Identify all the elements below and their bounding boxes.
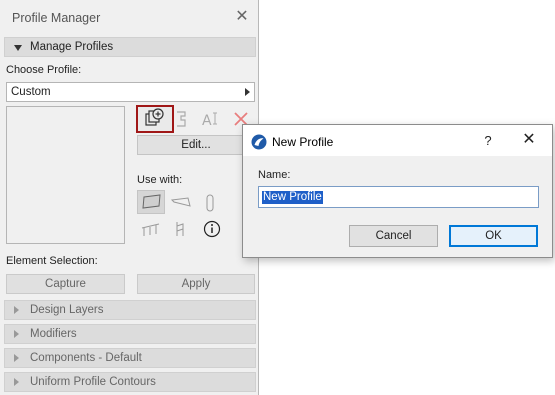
profile-manager-palette: Profile Manager ✕ Manage Profiles Choose… (0, 0, 259, 395)
components-header[interactable]: Components - Default (4, 348, 256, 368)
duplicate-icon (177, 111, 186, 127)
info-button[interactable] (200, 217, 224, 241)
rename-icon: A (202, 112, 217, 129)
new-profile-button[interactable] (136, 105, 174, 133)
info-icon (203, 220, 221, 238)
use-with-column-toggle[interactable] (198, 191, 222, 215)
profile-dropdown[interactable]: Custom (6, 82, 255, 102)
use-with-wall-toggle[interactable] (137, 190, 165, 214)
chevron-right-icon (14, 354, 19, 362)
modifiers-header[interactable]: Modifiers (4, 324, 256, 344)
name-input[interactable]: New Profile (258, 186, 539, 208)
section-label: Components - Default (30, 352, 142, 364)
name-label: Name: (258, 169, 291, 181)
close-icon[interactable]: ✕ (521, 132, 537, 148)
apply-button[interactable]: Apply (137, 274, 255, 294)
ok-button[interactable]: OK (449, 225, 538, 247)
dialog-titlebar: New Profile ? ✕ (243, 125, 552, 156)
chevron-right-icon (245, 88, 250, 96)
profile-dropdown-value: Custom (11, 86, 51, 98)
wall-icon (142, 194, 161, 209)
element-selection-label: Element Selection: (6, 255, 98, 267)
svg-text:A: A (202, 113, 212, 129)
section-label: Modifiers (30, 328, 77, 340)
chevron-right-icon (14, 330, 19, 338)
choose-profile-label: Choose Profile: (6, 64, 82, 76)
section-label: Uniform Profile Contours (30, 376, 156, 388)
capture-button[interactable]: Capture (6, 274, 125, 294)
new-profile-icon (145, 108, 164, 126)
chevron-right-icon (14, 306, 19, 314)
rename-profile-button[interactable]: A (198, 107, 222, 131)
app-icon (251, 134, 267, 150)
manage-profiles-header[interactable]: Manage Profiles (4, 37, 256, 57)
use-with-beam-toggle[interactable] (169, 191, 193, 215)
design-layers-header[interactable]: Design Layers (4, 300, 256, 320)
help-icon[interactable]: ? (481, 133, 495, 148)
use-with-label: Use with: (137, 174, 183, 186)
section-label: Design Layers (30, 304, 104, 316)
section-label: Manage Profiles (30, 41, 114, 53)
railing-icon (141, 223, 160, 236)
column-icon (206, 194, 214, 212)
handrail-icon (176, 222, 184, 236)
new-profile-dialog: New Profile ? ✕ Name: New Profile Cancel… (242, 124, 553, 258)
cancel-button[interactable]: Cancel (349, 225, 438, 247)
use-with-railing-toggle[interactable] (139, 217, 163, 241)
chevron-right-icon (14, 378, 19, 386)
name-input-value: New Profile (262, 191, 323, 204)
chevron-down-icon (14, 45, 22, 51)
profile-preview-area (6, 106, 125, 244)
edit-button[interactable]: Edit... (137, 135, 255, 155)
duplicate-profile-button[interactable] (170, 107, 194, 131)
beam-icon (170, 197, 191, 207)
use-with-handrail-toggle[interactable] (169, 217, 193, 241)
uniform-profile-contours-header[interactable]: Uniform Profile Contours (4, 372, 256, 392)
dialog-title: New Profile (272, 135, 334, 149)
palette-title: Profile Manager (12, 11, 101, 25)
close-icon[interactable]: ✕ (234, 9, 250, 25)
